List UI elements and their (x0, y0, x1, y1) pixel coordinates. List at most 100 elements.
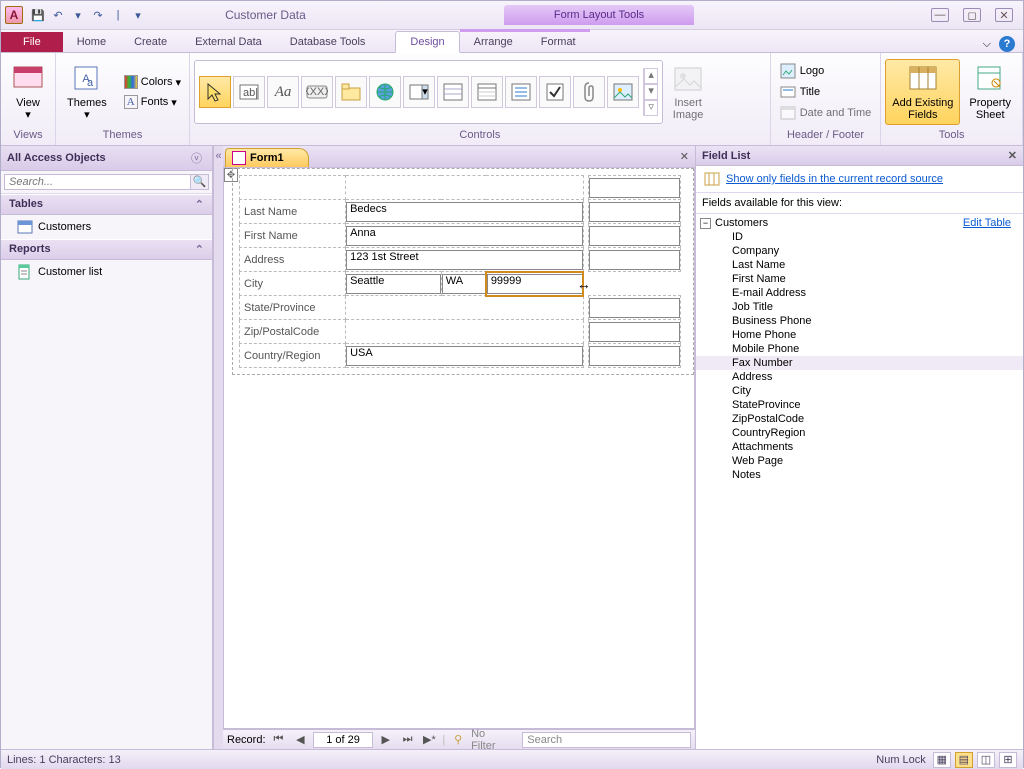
field-list-header[interactable]: Field List ✕ (696, 146, 1023, 166)
nav-section-tables[interactable]: Tables⌃ (1, 194, 212, 215)
file-tab[interactable]: File (1, 32, 63, 52)
first-record-button[interactable]: ⏮ (270, 732, 288, 747)
field-list-item[interactable]: First Name (696, 272, 1023, 286)
nav-item-customers[interactable]: Customers (1, 215, 212, 239)
undo-icon[interactable]: ↶ (49, 6, 67, 24)
nav-section-reports[interactable]: Reports⌃ (1, 239, 212, 260)
form-label[interactable]: Address (240, 248, 346, 272)
select-tool-icon[interactable] (199, 76, 231, 108)
doc-tab-form1[interactable]: Form1 (225, 148, 309, 167)
form-label[interactable]: Zip/PostalCode (240, 320, 346, 344)
form-view-shortcut[interactable]: ▦ (933, 752, 951, 768)
edit-table-link[interactable]: Edit Table (963, 217, 1011, 229)
field-list-item[interactable]: Notes (696, 468, 1023, 482)
form-field-blank[interactable] (589, 224, 681, 248)
field-list-item[interactable]: Business Phone (696, 314, 1023, 328)
form-field-blank[interactable] (589, 296, 681, 320)
field-list-item[interactable]: E-mail Address (696, 286, 1023, 300)
close-pane-icon[interactable]: ✕ (1008, 149, 1017, 162)
date-time-button[interactable]: Date and Time (777, 104, 875, 122)
minimize-ribbon-icon[interactable]: ⌵ (983, 38, 991, 51)
form-field-blank[interactable] (589, 176, 681, 200)
tab-format[interactable]: Format (527, 29, 590, 52)
field-list-item[interactable]: Attachments (696, 440, 1023, 454)
record-search-input[interactable]: Search (522, 732, 691, 748)
form-label[interactable]: State/Province (240, 296, 346, 320)
tab-arrange[interactable]: Arrange (460, 29, 527, 52)
form-field-lastname[interactable]: Bedecs (346, 200, 584, 224)
image-tool-icon[interactable] (607, 76, 639, 108)
hyperlink-tool-icon[interactable] (369, 76, 401, 108)
gallery-scroll[interactable]: ▴▾▿ (643, 68, 658, 116)
minimize-button[interactable]: — (931, 8, 949, 22)
line-tool-icon[interactable] (505, 76, 537, 108)
search-input[interactable] (4, 174, 191, 190)
field-list-item[interactable]: Home Phone (696, 328, 1023, 342)
design-view-shortcut[interactable]: ◫ (977, 752, 995, 768)
tab-design[interactable]: Design (395, 31, 459, 53)
nav-header[interactable]: All Access Objects ⓥ (1, 146, 212, 171)
help-icon[interactable]: ? (999, 36, 1015, 52)
form-field-address[interactable]: 123 1st Street (346, 248, 584, 272)
restore-button[interactable]: ◻ (963, 8, 981, 22)
field-list-item[interactable]: Company (696, 244, 1023, 258)
form-field-blank[interactable] (589, 320, 681, 344)
themes-button[interactable]: Aa Themes▾ (60, 59, 114, 125)
field-list-item[interactable]: CountryRegion (696, 426, 1023, 440)
tab-external-data[interactable]: External Data (181, 32, 276, 52)
field-list-item[interactable]: Web Page (696, 454, 1023, 468)
listbox-tool-icon[interactable] (437, 76, 469, 108)
field-list-item[interactable]: Address (696, 370, 1023, 384)
form-label[interactable]: First Name (240, 224, 346, 248)
attachment-tool-icon[interactable] (573, 76, 605, 108)
prev-record-button[interactable]: ◀ (291, 732, 309, 747)
qat-customize[interactable]: ▾ (129, 6, 147, 24)
add-existing-fields-button[interactable]: Add Existing Fields (885, 59, 960, 125)
view-button[interactable]: View▾ (5, 59, 51, 125)
field-list-item[interactable]: Last Name (696, 258, 1023, 272)
form-field-zip-selected[interactable]: 99999 ↔ (486, 272, 583, 296)
doc-tab-close-icon[interactable]: ✕ (680, 150, 689, 163)
form-field-blank[interactable] (589, 344, 681, 368)
button-tool-icon[interactable]: XXXX (301, 76, 333, 108)
field-list-item[interactable]: Fax Number (696, 356, 1023, 370)
record-position[interactable]: 1 of 29 (313, 732, 373, 748)
textbox-tool-icon[interactable]: ab| (233, 76, 265, 108)
tab-home[interactable]: Home (63, 32, 120, 52)
field-list-item[interactable]: City (696, 384, 1023, 398)
search-icon[interactable]: 🔍 (191, 174, 209, 190)
form-field-country[interactable]: USA (346, 344, 584, 368)
form-field-blank[interactable] (589, 200, 681, 224)
fonts-button[interactable]: A Fonts ▾ (120, 93, 185, 111)
colors-button[interactable]: Colors ▾ (120, 73, 185, 91)
tab-control-icon[interactable] (335, 76, 367, 108)
title-button[interactable]: Title (777, 83, 875, 101)
filter-icon[interactable]: ⚲ (449, 732, 467, 747)
form-label[interactable] (240, 176, 346, 200)
label-tool-icon[interactable]: Aa (267, 76, 299, 108)
resize-handle-icon[interactable]: ↔ (577, 276, 591, 292)
next-record-button[interactable]: ▶ (377, 732, 395, 747)
form-field-city[interactable]: Seattle (346, 272, 442, 296)
form-label[interactable]: Country/Region (240, 344, 346, 368)
insert-image-button[interactable]: Insert Image (665, 59, 711, 125)
form-field-blank[interactable] (589, 248, 681, 272)
form-canvas[interactable]: ✥ Last Name Bedecs (223, 168, 695, 729)
tab-database-tools[interactable]: Database Tools (276, 32, 380, 52)
more-views-shortcut[interactable]: ⊞ (999, 752, 1017, 768)
nav-collapse-button[interactable]: « (213, 146, 223, 749)
field-list-item[interactable]: ZipPostalCode (696, 412, 1023, 426)
field-list-item[interactable]: ID (696, 230, 1023, 244)
field-list-item[interactable]: StateProvince (696, 398, 1023, 412)
logo-button[interactable]: Logo (777, 62, 875, 80)
layout-view-shortcut[interactable]: ▤ (955, 752, 973, 768)
save-icon[interactable]: 💾 (29, 6, 47, 24)
last-record-button[interactable]: ⏭ (399, 732, 417, 747)
form-label[interactable]: Last Name (240, 200, 346, 224)
nav-menu-icon[interactable]: ⓥ (191, 150, 202, 166)
field-list-table-row[interactable]: − Customers Edit Table (696, 216, 1023, 230)
form-label[interactable]: City (240, 272, 346, 296)
redo-icon[interactable]: ↷ (89, 6, 107, 24)
close-button[interactable]: ✕ (995, 8, 1013, 22)
form-field-firstname[interactable]: Anna (346, 224, 584, 248)
